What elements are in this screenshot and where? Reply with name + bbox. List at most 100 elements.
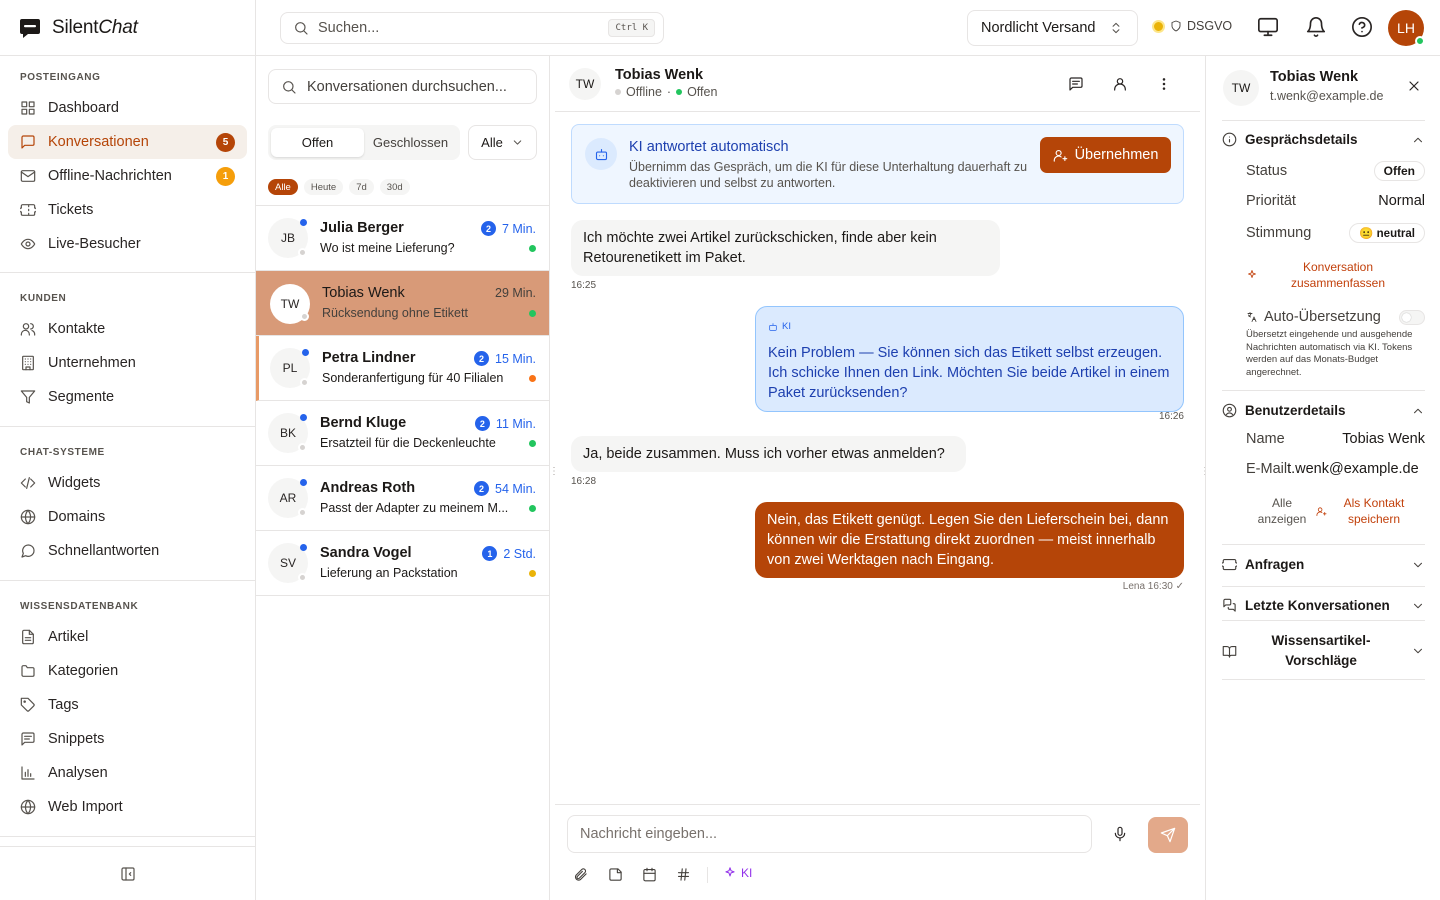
requests-section[interactable]: Anfragen [1222,544,1425,586]
more-options-button[interactable] [1156,76,1172,92]
sidebar-item-tickets[interactable]: Tickets [8,193,247,227]
section-header[interactable]: Wissensartikel-Vorschläge [1222,631,1425,671]
conversation-button[interactable] [1068,76,1084,92]
hash-icon [677,868,690,881]
paperclip-icon [574,868,587,881]
conversation-item[interactable]: SV Sandra Vogel Lieferung an Packstation… [256,531,549,596]
sidebar-item-companies[interactable]: Unternehmen [8,346,247,380]
separator: · [666,85,672,99]
notifications-button[interactable] [1305,16,1327,38]
chip-7d[interactable]: 7d [349,179,374,195]
chevron-down-icon [513,140,522,145]
message-preview: Passt der Adapter zu meinem M... [320,501,509,515]
send-button[interactable] [1148,817,1188,853]
languages-icon [1247,312,1257,322]
gdpr-status[interactable]: DSGVO [1152,19,1232,33]
save-contact-button[interactable]: Als Kontakt speichern [1316,495,1413,527]
file-text-icon [22,629,34,645]
sidebar-item-label: Live-Besucher [48,236,141,252]
message-composer: KI [555,804,1200,900]
chevron-up-icon [1411,133,1425,147]
show-all-button[interactable]: Alle anzeigen [1256,495,1308,527]
sidebar-item-articles[interactable]: Artikel [8,620,247,654]
sidebar-item-label: Artikel [48,629,89,645]
conversation-item[interactable]: BK Bernd Kluge Ersatzteil für die Decken… [256,401,549,466]
ai-assist-button[interactable]: KI [723,866,752,880]
tag-button[interactable] [676,867,691,882]
section-header[interactable]: Benutzerdetails [1222,403,1425,418]
global-search[interactable]: Ctrl K [280,12,664,44]
sidebar-item-label: Konversationen [48,134,149,150]
chip-today[interactable]: Heute [303,179,344,195]
user-avatar[interactable]: LH [1388,10,1425,46]
article-suggestions-section[interactable]: Wissensartikel-Vorschläge [1222,620,1425,680]
sidebar-item-domains[interactable]: Domains [8,500,247,534]
contact-button[interactable] [1112,76,1128,92]
time-ago: 2 Std. [503,546,536,561]
sidebar-item-tags[interactable]: Tags [8,688,247,722]
takeover-label: Übernehmen [1074,147,1159,163]
status-row: Status Offen [1246,161,1425,181]
globe-icon [20,509,36,525]
status-dot [529,375,536,382]
section-header[interactable]: Gesprächsdetails [1222,132,1425,147]
tab-open[interactable]: Offen [271,128,364,157]
close-panel-button[interactable] [1406,78,1422,94]
gdpr-label: DSGVO [1187,19,1233,33]
collapse-sidebar-button[interactable] [0,846,255,900]
conversation-item[interactable]: JB Julia Berger Wo ist meine Lieferung? … [256,206,549,271]
chip-30d[interactable]: 30d [379,179,410,195]
contact-name: Bernd Kluge [320,415,407,431]
conversation-search-input[interactable] [307,78,524,95]
sidebar-item-quick-replies[interactable]: Schnellantworten [8,534,247,568]
conversation-item[interactable]: PL Petra Lindner Sonderanfertigung für 4… [256,336,549,401]
user-circle-icon [1222,403,1237,418]
sidebar-item-segments[interactable]: Segmente [8,380,247,414]
section-header[interactable]: Anfragen [1222,557,1425,572]
sidebar-item-live-visitors[interactable]: Live-Besucher [8,227,247,261]
sidebar-item-contacts[interactable]: Kontakte [8,312,247,346]
help-button[interactable] [1351,16,1373,38]
section-header[interactable]: Letzte Konversationen [1222,598,1425,613]
sidebar-item-offline-messages[interactable]: Offline-Nachrichten 1 [8,159,247,193]
time-filter-chips: Alle Heute 7d 30d [268,179,410,195]
sidebar-item-categories[interactable]: Kategorien [8,654,247,688]
priority-value[interactable]: Normal [1378,193,1425,209]
attach-button[interactable] [573,867,588,882]
chip-all[interactable]: Alle [268,179,298,195]
sidebar-item-web-import[interactable]: Web Import [8,790,247,824]
conversation-meta: 29 Min. [495,286,536,300]
sidebar-item-label: Dashboard [48,100,119,116]
summarize-button[interactable]: Konversation zusammenfassen [1246,259,1425,291]
message-input[interactable] [567,815,1092,853]
sidebar-item-analytics[interactable]: Analysen [8,756,247,790]
sidebar-item-conversations[interactable]: Konversationen 5 [8,125,247,159]
mail-icon [20,170,36,182]
conversation-item-selected[interactable]: TW Tobias Wenk Rücksendung ohne Etikett … [256,271,549,336]
conversation-item[interactable]: AR Andreas Roth Passt der Adapter zu mei… [256,466,549,531]
global-search-input[interactable] [318,20,600,36]
takeover-button[interactable]: Übernehmen [1040,137,1171,173]
filter-value: Alle [481,135,503,150]
user-details-section: Benutzerdetails Name Tobias Wenk E-Mail … [1222,390,1425,544]
filter-dropdown[interactable]: Alle [468,125,537,160]
app-logo[interactable]: SilentChat [0,0,255,56]
conversation-details-section: Gesprächsdetails Status Offen Priorität … [1222,120,1425,390]
sidebar-item-dashboard[interactable]: Dashboard [8,91,247,125]
schedule-button[interactable] [642,867,657,882]
auto-translate-toggle[interactable] [1399,309,1425,325]
conversation-search[interactable] [268,69,537,104]
organization-select[interactable]: Nordlicht Versand [967,10,1138,46]
sidebar-item-widgets[interactable]: Widgets [8,466,247,500]
time-ago: 54 Min. [495,481,536,496]
status-badge[interactable]: Offen [1373,161,1425,181]
snippet-button[interactable] [608,867,623,882]
voice-button[interactable] [1112,826,1128,842]
avatar: BK [268,413,308,453]
sidebar-item-snippets[interactable]: Snippets [8,722,247,756]
nav-group-customers: KUNDEN Kontakte Unternehmen Segmente [0,273,255,427]
monitor-button[interactable] [1257,16,1279,38]
recent-conversations-section[interactable]: Letzte Konversationen [1222,586,1425,620]
unread-dot [300,414,307,421]
tab-closed[interactable]: Geschlossen [364,128,457,157]
